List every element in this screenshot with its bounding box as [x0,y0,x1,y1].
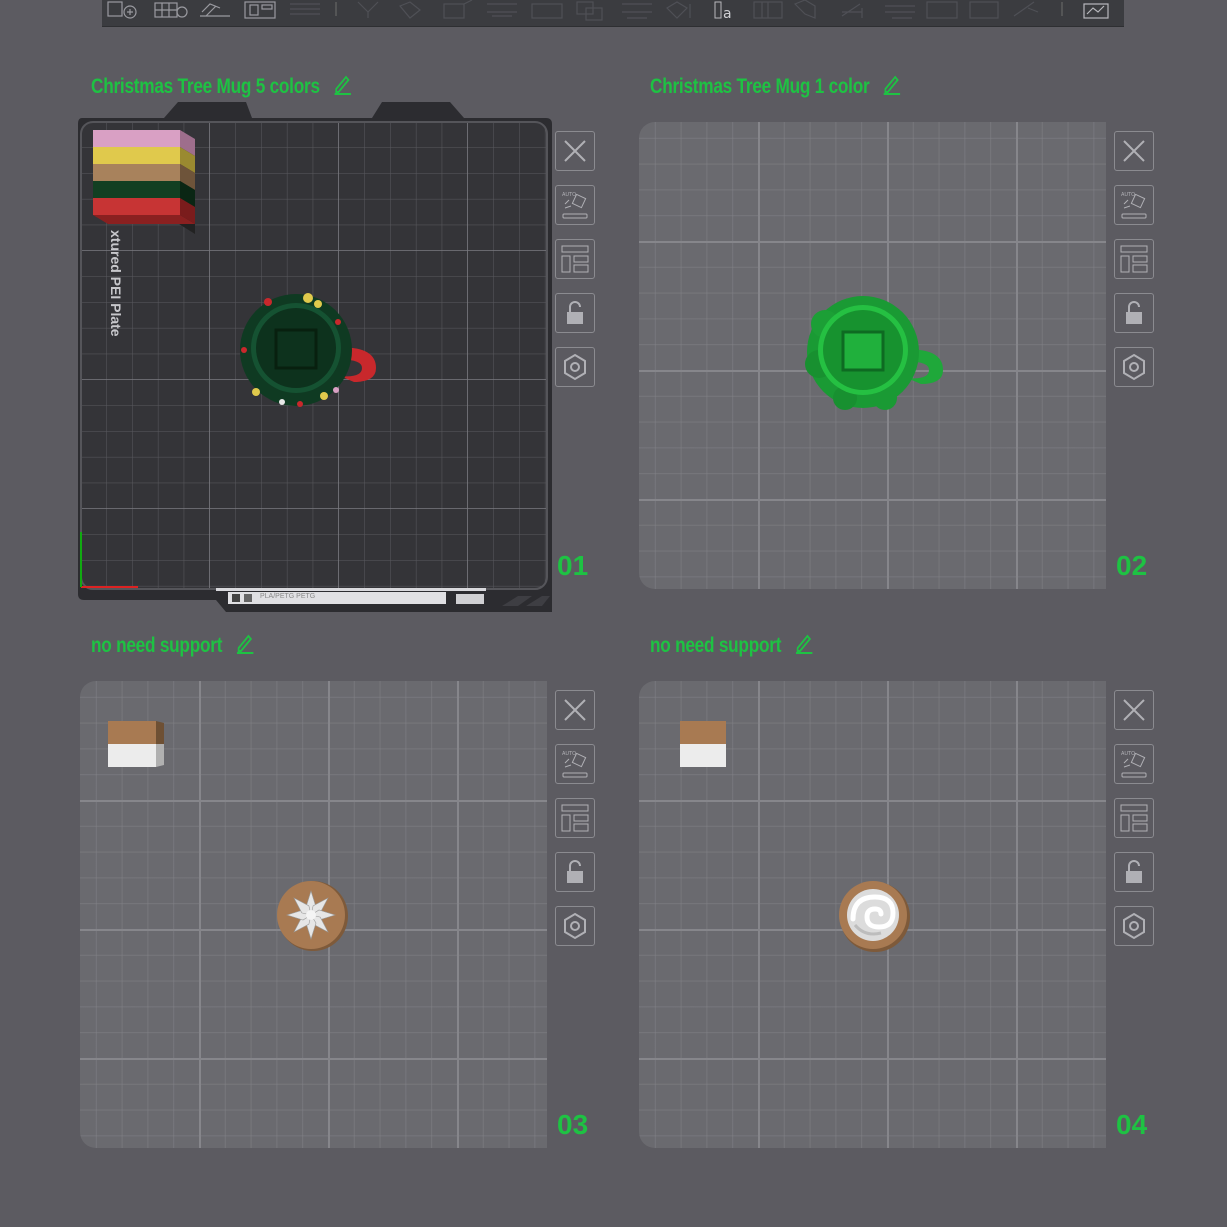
arrange-icon[interactable] [244,1,276,19]
settings-icon[interactable] [555,347,595,387]
lock-icon[interactable] [555,293,595,333]
svg-text:AUTO: AUTO [1121,192,1135,198]
close-icon[interactable] [555,131,595,171]
plate-title-4[interactable]: no need support [650,629,814,659]
lock-icon[interactable] [1114,293,1154,333]
auto-orient-icon[interactable] [200,3,230,17]
assembly-icon[interactable] [793,0,816,19]
settings-icon[interactable] [1114,906,1154,946]
arrange-icon[interactable] [1114,239,1154,279]
color-paint-icon[interactable] [666,1,691,19]
add-object-icon[interactable] [107,1,137,19]
plate-2-bed[interactable] [639,122,1106,589]
text-icon[interactable]: a [714,1,732,22]
svg-text:AUTO: AUTO [1121,751,1135,757]
svg-text:AUTO: AUTO [562,751,576,757]
arrange-icon[interactable] [555,239,595,279]
edit-icon[interactable] [792,629,813,664]
plate-title-2[interactable]: Christmas Tree Mug 1 color [650,70,902,100]
filament-swatch-stack[interactable] [680,721,728,774]
slice-view-icon[interactable] [1083,3,1109,19]
auto-orient-icon[interactable]: AUTO [555,185,595,225]
plate-number-2: 02 [1116,550,1148,581]
cookie-star-topper[interactable] [275,879,349,958]
plate-3-tools: AUTO [555,690,597,960]
plate-1-tools: AUTO [555,131,597,401]
arrange-icon[interactable] [555,798,595,838]
plate-number-4: 04 [1116,1109,1148,1140]
plate-number-1: 01 [557,550,589,581]
svg-text:a: a [723,6,732,22]
christmas-mug-5-colors[interactable] [238,292,383,419]
close-icon[interactable] [1114,690,1154,730]
edit-icon[interactable] [881,70,902,105]
close-icon[interactable] [555,690,595,730]
move-icon[interactable] [357,1,379,18]
plate-3-bed[interactable] [80,681,547,1148]
plate-name-label: xtured PEI Plate [108,230,124,337]
filament-swatch-stack[interactable] [93,130,197,239]
auto-orient-icon[interactable]: AUTO [555,744,595,784]
lock-icon[interactable] [1114,852,1154,892]
filament-swatch-stack[interactable] [108,721,166,774]
plate-number-3: 03 [557,1109,589,1140]
plate-2-tools: AUTO [1114,131,1156,401]
cut-icon[interactable] [487,3,517,17]
add-plate-icon[interactable] [154,2,188,18]
scale-icon[interactable] [443,0,473,19]
plate-title-3[interactable]: no need support [91,629,255,659]
measure-icon[interactable] [753,1,783,19]
layers-icon[interactable] [290,3,320,15]
edit-icon[interactable] [233,629,254,664]
settings-icon[interactable] [1114,347,1154,387]
auto-orient-icon[interactable]: AUTO [1114,185,1154,225]
lock-icon[interactable] [555,852,595,892]
support-paint-icon[interactable] [531,3,563,19]
rotate-icon[interactable] [399,1,421,19]
settings-icon[interactable] [555,906,595,946]
cookie-swirl-topper[interactable] [837,879,911,958]
plate-4-bed[interactable] [639,681,1106,1148]
seam-icon[interactable] [576,1,603,21]
top-toolbar: a [102,0,1124,27]
svg-text:AUTO: AUTO [562,192,576,198]
plate-1-bed[interactable]: xtured PEI Plate PLA/PETG PETG [70,100,553,612]
plate-title-1[interactable]: Christmas Tree Mug 5 colors [91,70,352,100]
plate-4-tools: AUTO [1114,690,1156,960]
arrange-icon[interactable] [1114,798,1154,838]
auto-orient-icon[interactable]: AUTO [1114,744,1154,784]
mesh-boolean-icon[interactable] [622,3,652,19]
filament-label: PLA/PETG PETG [260,593,316,600]
close-icon[interactable] [1114,131,1154,171]
christmas-mug-1-color[interactable] [805,294,951,419]
